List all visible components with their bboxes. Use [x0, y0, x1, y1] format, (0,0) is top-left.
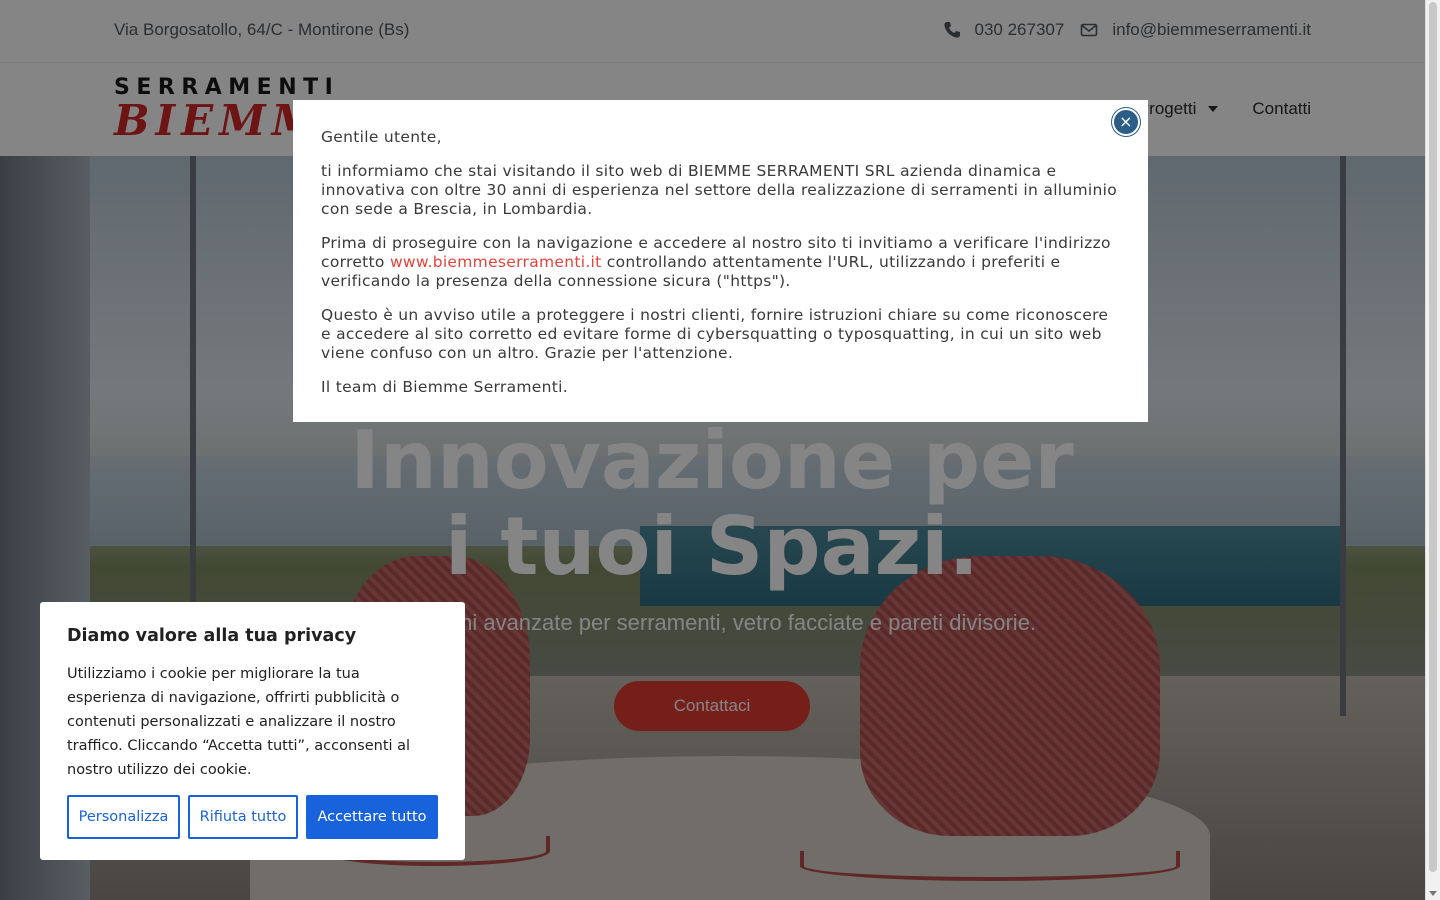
accept-all-cookies-button[interactable]: Accettare tutto [306, 795, 438, 839]
reject-all-cookies-button[interactable]: Rifiuta tutto [188, 795, 298, 839]
page-scrollbar[interactable] [1425, 0, 1440, 900]
customize-cookies-button[interactable]: Personalizza [67, 795, 180, 839]
cookie-consent-banner: Diamo valore alla tua privacy Utilizziam… [40, 602, 465, 860]
close-modal-button[interactable]: × [1112, 108, 1140, 136]
cookie-title: Diamo valore alla tua privacy [67, 626, 357, 646]
cookie-description: Utilizziamo i cookie per migliorare la t… [67, 666, 411, 778]
close-icon: × [1119, 112, 1133, 131]
scrollbar-thumb[interactable] [1429, 2, 1437, 872]
site-url-link[interactable]: www.biemmeserramenti.it [390, 253, 602, 271]
cookie-button-group: Personalizza Rifiuta tutto Accettare tut… [67, 795, 438, 839]
modal-paragraph-3: Questo è un avviso utile a proteggere i … [321, 306, 1109, 362]
security-notice-modal: × Gentile utente, ti informiamo che stai… [293, 100, 1148, 422]
modal-paragraph-1: ti informiamo che stai visitando il sito… [321, 162, 1118, 218]
modal-signature: Il team di Biemme Serramenti. [321, 378, 568, 396]
modal-greeting: Gentile utente, [321, 128, 442, 146]
scroll-down-arrow-icon[interactable] [1429, 891, 1437, 896]
modal-paragraph-2: Prima di proseguire con la navigazione e… [321, 234, 1120, 291]
